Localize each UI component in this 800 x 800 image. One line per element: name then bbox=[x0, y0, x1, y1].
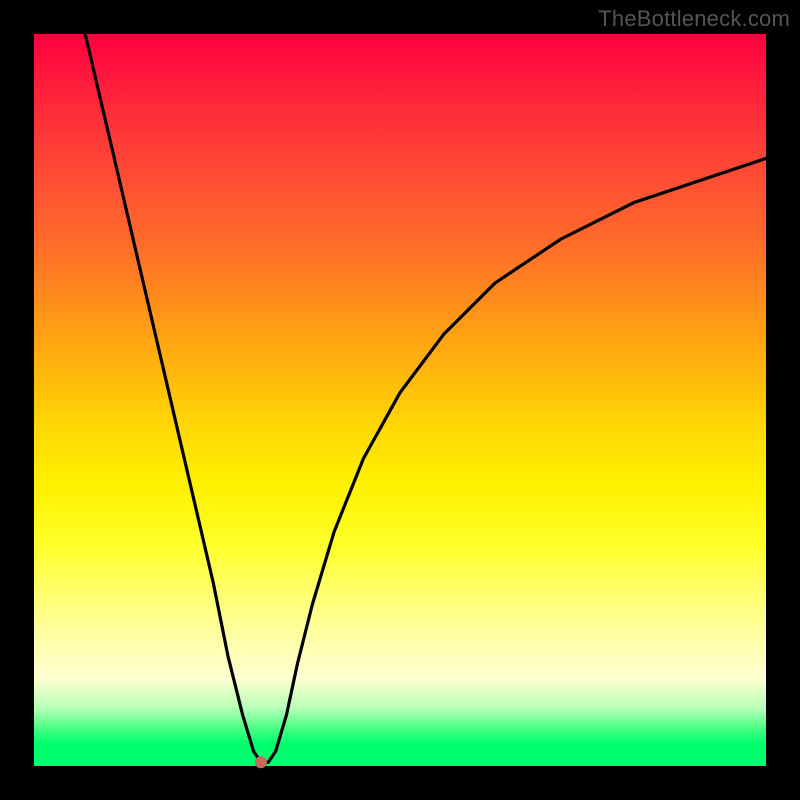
chart-svg bbox=[34, 34, 766, 766]
chart-frame: TheBottleneck.com bbox=[0, 0, 800, 800]
plot-area bbox=[34, 34, 766, 766]
watermark-label: TheBottleneck.com bbox=[598, 6, 790, 32]
vertex-marker bbox=[255, 756, 267, 768]
bottleneck-curve bbox=[85, 34, 766, 762]
